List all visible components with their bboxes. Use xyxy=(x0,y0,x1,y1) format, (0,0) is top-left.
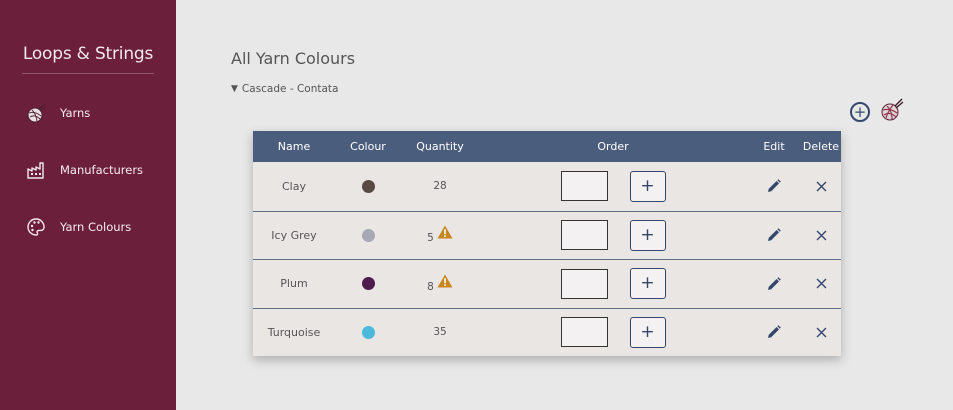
colour-cell xyxy=(335,228,401,242)
header-name: Name xyxy=(277,140,311,153)
sidebar-item-yarns[interactable]: Yarns xyxy=(24,101,90,125)
pencil-icon[interactable] xyxy=(767,276,781,291)
brand-title: Loops & Strings xyxy=(22,44,154,74)
delete-cell xyxy=(801,327,841,338)
add-colour-icon[interactable]: + xyxy=(850,102,870,122)
yarn-colour-name: Icy Grey xyxy=(271,228,317,242)
yarn-colour-name: Clay xyxy=(282,179,306,193)
add-order-button[interactable]: + xyxy=(629,170,666,202)
quantity-cell: 8 xyxy=(401,274,479,293)
edit-cell xyxy=(747,276,801,291)
colour-swatch xyxy=(361,179,375,193)
yarn-colour-name: Plum xyxy=(280,277,308,291)
edit-cell xyxy=(747,179,801,193)
sidebar-item-label: Yarn Colours xyxy=(60,220,132,234)
table-row: Clay 28 + xyxy=(253,162,841,211)
edit-cell xyxy=(747,325,801,339)
page-title: All Yarn Colours xyxy=(231,49,356,68)
warning-icon xyxy=(437,225,453,239)
yarn-ball-icon xyxy=(24,101,48,125)
table-row: Turquoise 35 + xyxy=(253,307,841,357)
close-icon[interactable] xyxy=(816,181,827,192)
header-order: Order xyxy=(597,140,629,153)
order-quantity-input[interactable] xyxy=(560,317,608,348)
quantity-value: 8 xyxy=(427,280,434,293)
yarn-ball-icon[interactable] xyxy=(880,98,904,126)
table-header: Name Colour Quantity Order Edit Delete xyxy=(253,131,841,162)
add-order-button[interactable]: + xyxy=(629,316,666,348)
header-edit: Edit xyxy=(763,140,785,153)
delete-cell xyxy=(801,230,841,241)
group-label: Cascade - Contata xyxy=(241,83,339,95)
quantity-value: 5 xyxy=(427,232,434,245)
yarn-colour-name: Turquoise xyxy=(267,325,321,339)
palette-icon xyxy=(24,215,48,239)
quantity-cell: 5 xyxy=(401,225,479,245)
warning-icon xyxy=(437,274,453,288)
sidebar-item-label: Manufacturers xyxy=(60,163,144,177)
quantity-cell: 28 xyxy=(401,180,479,192)
order-cell: + xyxy=(479,170,747,202)
sidebar-item-yarn-colours[interactable]: Yarn Colours xyxy=(24,215,131,239)
manufacturer-group-toggle[interactable]: ▼ Cascade - Contata xyxy=(231,83,338,95)
colour-swatch xyxy=(361,325,375,339)
delete-cell xyxy=(801,181,841,192)
table-row: Icy Grey 5 + xyxy=(253,210,841,260)
edit-cell xyxy=(747,228,801,242)
colour-cell xyxy=(335,325,401,339)
add-order-button[interactable]: + xyxy=(629,268,666,300)
top-actions: + xyxy=(850,98,904,126)
delete-cell xyxy=(801,278,841,289)
colour-swatch xyxy=(361,228,375,242)
table-row: Plum 8 + xyxy=(253,259,841,308)
pencil-icon[interactable] xyxy=(767,228,781,242)
factory-icon xyxy=(24,158,48,182)
sidebar-item-label: Yarns xyxy=(60,106,91,120)
add-order-button[interactable]: + xyxy=(629,219,666,251)
yarn-colours-table: Name Colour Quantity Order Edit Delete C… xyxy=(253,131,841,356)
header-colour: Colour xyxy=(350,140,386,153)
colour-swatch xyxy=(361,277,375,291)
quantity-value: 35 xyxy=(433,326,447,339)
header-delete: Delete xyxy=(802,140,840,153)
order-quantity-input[interactable] xyxy=(560,268,608,299)
quantity-cell: 35 xyxy=(401,326,479,338)
header-quantity: Quantity xyxy=(416,140,464,153)
triangle-down-icon: ▼ xyxy=(231,84,238,94)
order-cell: + xyxy=(479,316,747,348)
order-cell: + xyxy=(479,268,747,300)
colour-cell xyxy=(335,179,401,193)
pencil-icon[interactable] xyxy=(767,325,781,339)
order-cell: + xyxy=(479,219,747,251)
sidebar-item-manufacturers[interactable]: Manufacturers xyxy=(24,158,143,182)
pencil-icon[interactable] xyxy=(767,179,781,193)
close-icon[interactable] xyxy=(816,278,827,289)
close-icon[interactable] xyxy=(816,230,827,241)
sidebar: Loops & Strings Yarns Manufacturers Yarn… xyxy=(0,0,176,410)
colour-cell xyxy=(335,277,401,291)
order-quantity-input[interactable] xyxy=(560,220,608,251)
order-quantity-input[interactable] xyxy=(560,171,608,202)
quantity-value: 28 xyxy=(433,180,447,193)
close-icon[interactable] xyxy=(816,327,827,338)
